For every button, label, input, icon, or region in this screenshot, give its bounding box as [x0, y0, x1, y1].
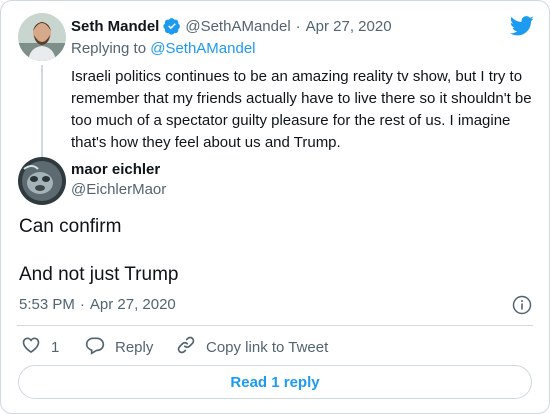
- copy-link-label: Copy link to Tweet: [206, 338, 329, 356]
- tweet-date[interactable]: Apr 27, 2020: [90, 296, 176, 313]
- author-handle[interactable]: @SethAMandel: [185, 18, 290, 35]
- tweet-timestamp: 5:53 PM · Apr 27, 2020: [19, 296, 176, 313]
- main-tweet-handle: @EichlerMaor: [71, 181, 166, 198]
- main-tweet-author-name: maor eichler: [71, 161, 160, 178]
- read-replies-label: Read 1 reply: [230, 373, 320, 391]
- author-name[interactable]: Seth Mandel: [71, 18, 159, 35]
- tweet-date[interactable]: Apr 27, 2020: [306, 18, 392, 35]
- tweet-text-line-2: And not just Trump: [19, 264, 179, 285]
- replying-to-label: Replying to: [71, 40, 151, 57]
- separator-dot: ·: [79, 296, 85, 313]
- divider: [17, 325, 533, 326]
- heart-icon: [21, 335, 51, 359]
- replying-to-line: Replying to @SethAMandel: [71, 40, 256, 57]
- tweet-time[interactable]: 5:53 PM: [19, 296, 75, 313]
- info-icon[interactable]: [512, 295, 532, 320]
- copy-link-button[interactable]: Copy link to Tweet: [176, 335, 328, 359]
- embedded-tweet-card: Seth Mandel @SethAMandel · Apr 27, 2020 …: [0, 0, 550, 414]
- twitter-bird-icon[interactable]: [509, 15, 534, 42]
- reply-bubble-icon: [85, 335, 115, 359]
- tweet-text-line-1: Can confirm: [19, 216, 122, 237]
- like-button[interactable]: 1: [21, 335, 59, 359]
- like-count: 1: [51, 338, 60, 356]
- parent-tweet-header: Seth Mandel @SethAMandel · Apr 27, 2020: [71, 17, 392, 35]
- thread-connector-line: [41, 65, 43, 157]
- reply-label: Reply: [115, 338, 154, 356]
- maor-eichler-avatar[interactable]: [18, 157, 66, 205]
- link-icon: [176, 335, 206, 359]
- seth-mandel-avatar[interactable]: [18, 13, 66, 61]
- read-replies-button[interactable]: Read 1 reply: [18, 365, 532, 399]
- separator-dot: ·: [295, 17, 301, 35]
- replying-to-handle[interactable]: @SethAMandel: [150, 40, 255, 57]
- verified-badge-icon: [163, 17, 181, 35]
- author-name[interactable]: maor eichler: [71, 161, 160, 178]
- author-handle[interactable]: @EichlerMaor: [71, 181, 166, 198]
- parent-tweet-text: Israeli politics continues to be an amaz…: [71, 68, 532, 151]
- reply-button[interactable]: Reply: [85, 335, 153, 359]
